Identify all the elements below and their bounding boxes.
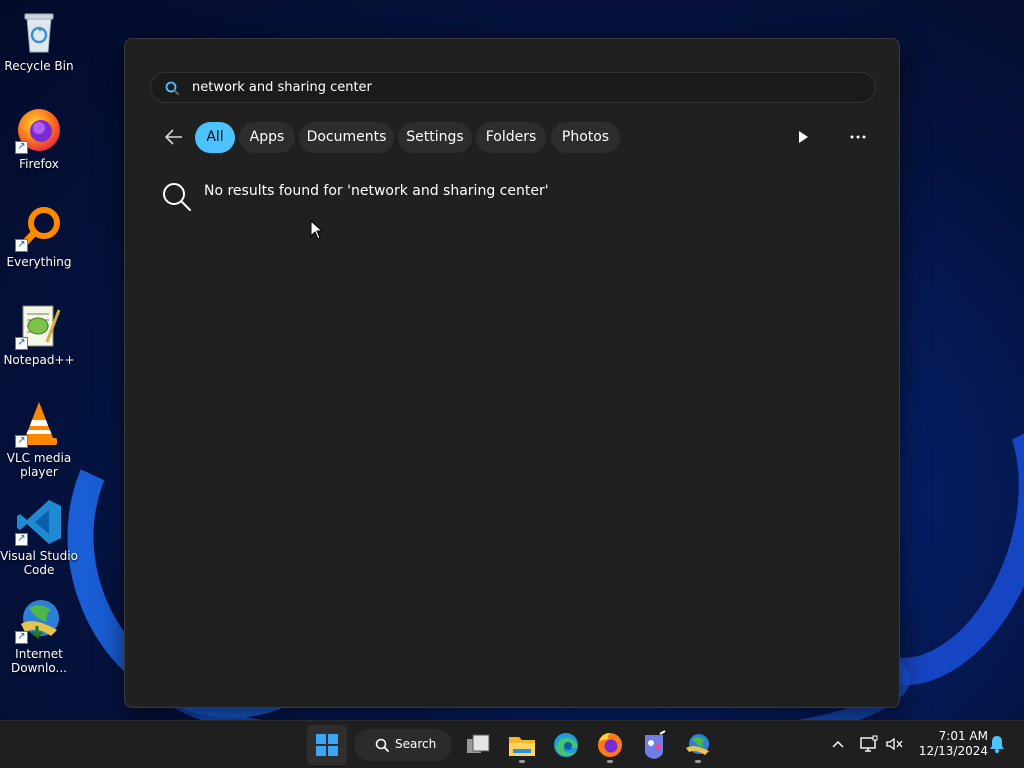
shortcut-arrow-icon: ↗ (15, 239, 28, 252)
clock[interactable]: 7:01 AM 12/13/2024 (912, 729, 988, 759)
desktop-icon-vscode[interactable]: ↗ Visual Studio Code (0, 498, 78, 577)
taskbar-edge[interactable] (546, 725, 586, 765)
filter-chip-settings[interactable]: Settings (398, 122, 472, 153)
desktop-icon-label: Internet Downlo... (11, 647, 67, 675)
shortcut-arrow-icon: ↗ (15, 435, 28, 448)
network-icon[interactable] (858, 733, 880, 755)
desktop-icon-everything[interactable]: ↗ Everything (0, 204, 78, 269)
shortcut-arrow-icon: ↗ (15, 533, 28, 546)
filter-chip-all[interactable]: All (195, 122, 235, 153)
search-box[interactable] (150, 72, 876, 103)
mouse-cursor-icon (310, 220, 324, 240)
desktop-icon-vlc[interactable]: ↗ VLC media player (0, 400, 78, 479)
desktop-icon-internet-download-manager[interactable]: ↗ Internet Downlo... (0, 596, 78, 675)
filter-chip-photos[interactable]: Photos (551, 122, 620, 153)
taskbar-search-button[interactable]: Search (354, 729, 452, 761)
internet-download-manager-icon (686, 734, 709, 755)
start-button[interactable] (307, 725, 347, 765)
file-explorer-icon (509, 737, 535, 756)
desktop-icon-label: Recycle Bin (4, 59, 74, 73)
desktop-icon-label: VLC media player (6, 451, 72, 479)
taskbar-internet-download-manager[interactable] (678, 725, 718, 765)
more-options-icon[interactable] (846, 126, 870, 148)
search-input[interactable] (192, 73, 852, 102)
app-icon (645, 730, 666, 759)
shortcut-arrow-icon: ↗ (15, 337, 28, 350)
search-icon (165, 81, 179, 95)
filter-chip-apps[interactable]: Apps (239, 122, 295, 153)
desktop-icon-firefox[interactable]: ↗ Firefox (0, 106, 78, 171)
notification-bell-icon[interactable] (986, 733, 1008, 755)
play-icon[interactable] (792, 126, 814, 148)
desktop-icon-label: Notepad++ (3, 353, 75, 367)
no-results-message: No results found for 'network and sharin… (204, 183, 549, 199)
clock-date: 12/13/2024 (918, 744, 988, 758)
vlc-icon: ↗ (15, 400, 63, 448)
desktop-icon-label: Visual Studio Code (0, 549, 78, 577)
internet-download-manager-icon: ↗ (15, 596, 63, 644)
task-view-icon (467, 734, 490, 753)
search-panel: All Apps Documents Settings Folders Phot… (124, 38, 900, 708)
everything-search-icon: ↗ (15, 204, 63, 252)
volume-muted-icon[interactable] (884, 733, 906, 755)
vscode-icon: ↗ (15, 498, 63, 546)
start-icon (316, 734, 338, 756)
desktop-icon-label: Everything (6, 255, 72, 269)
chevron-up-icon[interactable] (827, 733, 849, 755)
running-indicator (695, 760, 701, 763)
search-icon (375, 738, 389, 752)
notepad-plus-plus-icon: ↗ (15, 302, 63, 350)
running-indicator (607, 760, 613, 763)
firefox-icon: ↗ (15, 106, 63, 154)
filter-row: All Apps Documents Settings Folders Phot… (150, 120, 876, 154)
filter-chip-folders[interactable]: Folders (476, 122, 546, 153)
edge-icon (554, 733, 578, 757)
shortcut-arrow-icon: ↗ (15, 631, 28, 644)
recycle-bin-icon (15, 8, 63, 56)
desktop-icon-label: Firefox (19, 157, 59, 171)
back-arrow-icon[interactable] (162, 125, 186, 149)
taskbar-firefox[interactable] (590, 725, 630, 765)
taskbar: Search 7:01 AM 12/13/2024 (0, 720, 1024, 768)
taskbar-app[interactable] (634, 725, 674, 765)
desktop-icon-notepad-plus-plus[interactable]: ↗ Notepad++ (0, 302, 78, 367)
search-icon (163, 183, 191, 211)
task-view-button[interactable] (458, 725, 498, 765)
running-indicator (519, 760, 525, 763)
clock-time: 7:01 AM (938, 729, 988, 743)
filter-chip-documents[interactable]: Documents (299, 122, 394, 153)
taskbar-file-explorer[interactable] (502, 725, 542, 765)
shortcut-arrow-icon: ↗ (15, 141, 28, 154)
taskbar-search-label: Search (395, 737, 437, 751)
desktop-icon-recycle-bin[interactable]: Recycle Bin (0, 8, 78, 73)
firefox-icon (598, 733, 622, 757)
